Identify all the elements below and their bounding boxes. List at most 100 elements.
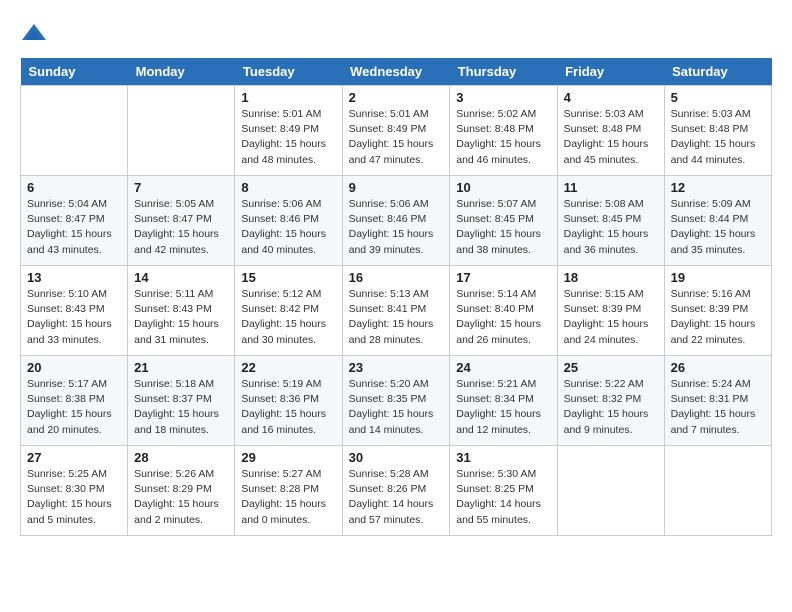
day-number: 8 [241,180,335,195]
calendar-cell: 19 Sunrise: 5:16 AM Sunset: 8:39 PM Dayli… [664,266,771,356]
logo-icon [20,20,48,48]
day-number: 17 [456,270,550,285]
calendar-cell: 29Sunrise: 5:27 AM Sunset: 8:28 PM Dayli… [235,446,342,536]
day-info: Sunrise: 5:25 AM Sunset: 8:30 PM Dayligh… [27,467,121,528]
calendar-week-row: 6 Sunrise: 5:04 AM Sunset: 8:47 PM Daylig… [21,176,772,266]
day-number: 18 [564,270,658,285]
calendar-week-row: 1 Sunrise: 5:01 AM Sunset: 8:49 PM Daylig… [21,86,772,176]
calendar-cell: 14Sunrise: 5:11 AM Sunset: 8:43 PM Dayli… [128,266,235,356]
calendar-cell: 2Sunrise: 5:01 AM Sunset: 8:49 PM Daylig… [342,86,450,176]
day-info: Sunrise: 5:02 AM Sunset: 8:48 PM Dayligh… [456,107,550,168]
day-info: Sunrise: 5:24 AM Sunset: 8:31 PM Dayligh… [671,377,765,438]
calendar-cell: 12 Sunrise: 5:09 AM Sunset: 8:44 PM Dayli… [664,176,771,266]
calendar-cell: 30 Sunrise: 5:28 AM Sunset: 8:26 PM Dayli… [342,446,450,536]
calendar-cell [664,446,771,536]
day-number: 4 [564,90,658,105]
calendar-cell: 25 Sunrise: 5:22 AM Sunset: 8:32 PM Dayli… [557,356,664,446]
day-number: 11 [564,180,658,195]
day-number: 16 [349,270,444,285]
day-number: 21 [134,360,228,375]
calendar-cell: 8Sunrise: 5:06 AM Sunset: 8:46 PM Daylig… [235,176,342,266]
calendar-cell: 22Sunrise: 5:19 AM Sunset: 8:36 PM Dayli… [235,356,342,446]
day-number: 30 [349,450,444,465]
column-header-sunday: Sunday [21,58,128,86]
calendar-cell: 26 Sunrise: 5:24 AM Sunset: 8:31 PM Dayli… [664,356,771,446]
calendar-cell: 10Sunrise: 5:07 AM Sunset: 8:45 PM Dayli… [450,176,557,266]
day-info: Sunrise: 5:03 AM Sunset: 8:48 PM Dayligh… [671,107,765,168]
day-info: Sunrise: 5:19 AM Sunset: 8:36 PM Dayligh… [241,377,335,438]
day-info: Sunrise: 5:01 AM Sunset: 8:49 PM Dayligh… [241,107,335,168]
column-header-tuesday: Tuesday [235,58,342,86]
calendar-cell: 21 Sunrise: 5:18 AM Sunset: 8:37 PM Dayli… [128,356,235,446]
day-info: Sunrise: 5:04 AM Sunset: 8:47 PM Dayligh… [27,197,121,258]
column-header-friday: Friday [557,58,664,86]
calendar-header-row: SundayMondayTuesdayWednesdayThursdayFrid… [21,58,772,86]
day-number: 20 [27,360,121,375]
day-number: 14 [134,270,228,285]
day-info: Sunrise: 5:06 AM Sunset: 8:46 PM Dayligh… [349,197,444,258]
calendar-cell: 17 Sunrise: 5:14 AM Sunset: 8:40 PM Dayli… [450,266,557,356]
calendar-cell: 9 Sunrise: 5:06 AM Sunset: 8:46 PM Daylig… [342,176,450,266]
day-info: Sunrise: 5:28 AM Sunset: 8:26 PM Dayligh… [349,467,444,528]
day-info: Sunrise: 5:16 AM Sunset: 8:39 PM Dayligh… [671,287,765,348]
day-number: 31 [456,450,550,465]
day-info: Sunrise: 5:27 AM Sunset: 8:28 PM Dayligh… [241,467,335,528]
day-number: 26 [671,360,765,375]
calendar-table: SundayMondayTuesdayWednesdayThursdayFrid… [20,58,772,536]
calendar-cell: 7 Sunrise: 5:05 AM Sunset: 8:47 PM Daylig… [128,176,235,266]
day-info: Sunrise: 5:14 AM Sunset: 8:40 PM Dayligh… [456,287,550,348]
day-info: Sunrise: 5:05 AM Sunset: 8:47 PM Dayligh… [134,197,228,258]
column-header-saturday: Saturday [664,58,771,86]
day-number: 24 [456,360,550,375]
calendar-cell: 1 Sunrise: 5:01 AM Sunset: 8:49 PM Daylig… [235,86,342,176]
day-info: Sunrise: 5:30 AM Sunset: 8:25 PM Dayligh… [456,467,550,528]
calendar-cell: 24 Sunrise: 5:21 AM Sunset: 8:34 PM Dayli… [450,356,557,446]
day-number: 12 [671,180,765,195]
calendar-cell: 18 Sunrise: 5:15 AM Sunset: 8:39 PM Dayli… [557,266,664,356]
day-info: Sunrise: 5:18 AM Sunset: 8:37 PM Dayligh… [134,377,228,438]
day-number: 3 [456,90,550,105]
calendar-week-row: 20Sunrise: 5:17 AM Sunset: 8:38 PM Dayli… [21,356,772,446]
day-info: Sunrise: 5:15 AM Sunset: 8:39 PM Dayligh… [564,287,658,348]
calendar-cell: 31 Sunrise: 5:30 AM Sunset: 8:25 PM Dayli… [450,446,557,536]
day-number: 13 [27,270,121,285]
day-number: 10 [456,180,550,195]
day-info: Sunrise: 5:13 AM Sunset: 8:41 PM Dayligh… [349,287,444,348]
calendar-cell: 28 Sunrise: 5:26 AM Sunset: 8:29 PM Dayli… [128,446,235,536]
day-number: 2 [349,90,444,105]
calendar-cell: 6 Sunrise: 5:04 AM Sunset: 8:47 PM Daylig… [21,176,128,266]
calendar-week-row: 27 Sunrise: 5:25 AM Sunset: 8:30 PM Dayli… [21,446,772,536]
day-info: Sunrise: 5:09 AM Sunset: 8:44 PM Dayligh… [671,197,765,258]
day-info: Sunrise: 5:21 AM Sunset: 8:34 PM Dayligh… [456,377,550,438]
calendar-cell: 20Sunrise: 5:17 AM Sunset: 8:38 PM Dayli… [21,356,128,446]
column-header-wednesday: Wednesday [342,58,450,86]
day-info: Sunrise: 5:10 AM Sunset: 8:43 PM Dayligh… [27,287,121,348]
logo [20,20,52,48]
day-info: Sunrise: 5:03 AM Sunset: 8:48 PM Dayligh… [564,107,658,168]
calendar-cell: 15 Sunrise: 5:12 AM Sunset: 8:42 PM Dayli… [235,266,342,356]
day-number: 15 [241,270,335,285]
day-number: 19 [671,270,765,285]
calendar-cell: 3 Sunrise: 5:02 AM Sunset: 8:48 PM Daylig… [450,86,557,176]
calendar-week-row: 13 Sunrise: 5:10 AM Sunset: 8:43 PM Dayli… [21,266,772,356]
day-number: 25 [564,360,658,375]
calendar-cell: 16 Sunrise: 5:13 AM Sunset: 8:41 PM Dayli… [342,266,450,356]
calendar-cell [128,86,235,176]
day-info: Sunrise: 5:12 AM Sunset: 8:42 PM Dayligh… [241,287,335,348]
day-number: 1 [241,90,335,105]
calendar-cell: 13 Sunrise: 5:10 AM Sunset: 8:43 PM Dayli… [21,266,128,356]
day-info: Sunrise: 5:26 AM Sunset: 8:29 PM Dayligh… [134,467,228,528]
day-number: 6 [27,180,121,195]
day-info: Sunrise: 5:08 AM Sunset: 8:45 PM Dayligh… [564,197,658,258]
calendar-cell: 27 Sunrise: 5:25 AM Sunset: 8:30 PM Dayli… [21,446,128,536]
day-info: Sunrise: 5:22 AM Sunset: 8:32 PM Dayligh… [564,377,658,438]
day-number: 28 [134,450,228,465]
page-header [20,20,772,48]
day-number: 23 [349,360,444,375]
calendar-cell [557,446,664,536]
day-number: 9 [349,180,444,195]
day-info: Sunrise: 5:20 AM Sunset: 8:35 PM Dayligh… [349,377,444,438]
calendar-cell: 5Sunrise: 5:03 AM Sunset: 8:48 PM Daylig… [664,86,771,176]
day-number: 7 [134,180,228,195]
day-number: 27 [27,450,121,465]
